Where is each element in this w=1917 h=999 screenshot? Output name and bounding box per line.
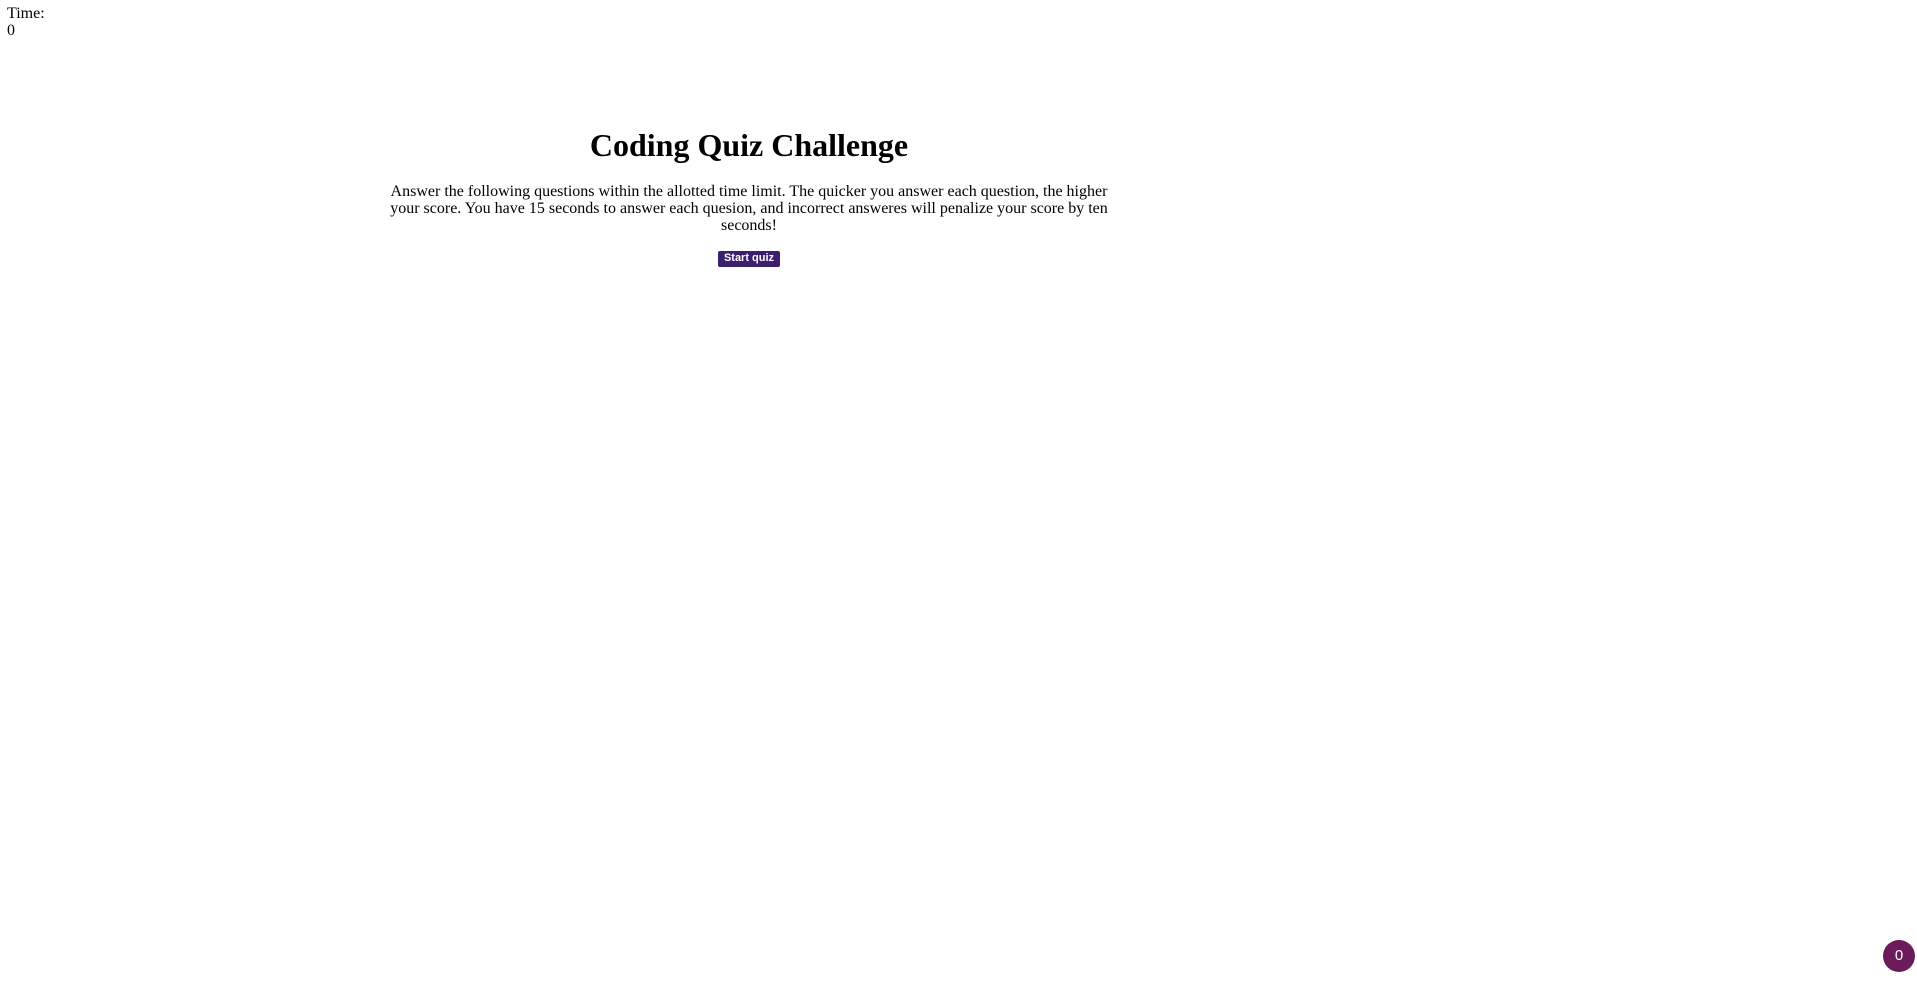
timer: Time: 0 <box>7 5 45 39</box>
timer-value: 0 <box>7 22 15 39</box>
start-quiz-button[interactable]: Start quiz <box>717 251 781 267</box>
floating-count-badge[interactable]: 0 <box>1883 940 1915 972</box>
quiz-description: Answer the following questions within th… <box>390 183 1108 234</box>
timer-label: Time: <box>7 5 45 22</box>
quiz-start-panel: Coding Quiz Challenge Answer the followi… <box>374 123 1124 267</box>
quiz-title: Coding Quiz Challenge <box>589 127 909 163</box>
